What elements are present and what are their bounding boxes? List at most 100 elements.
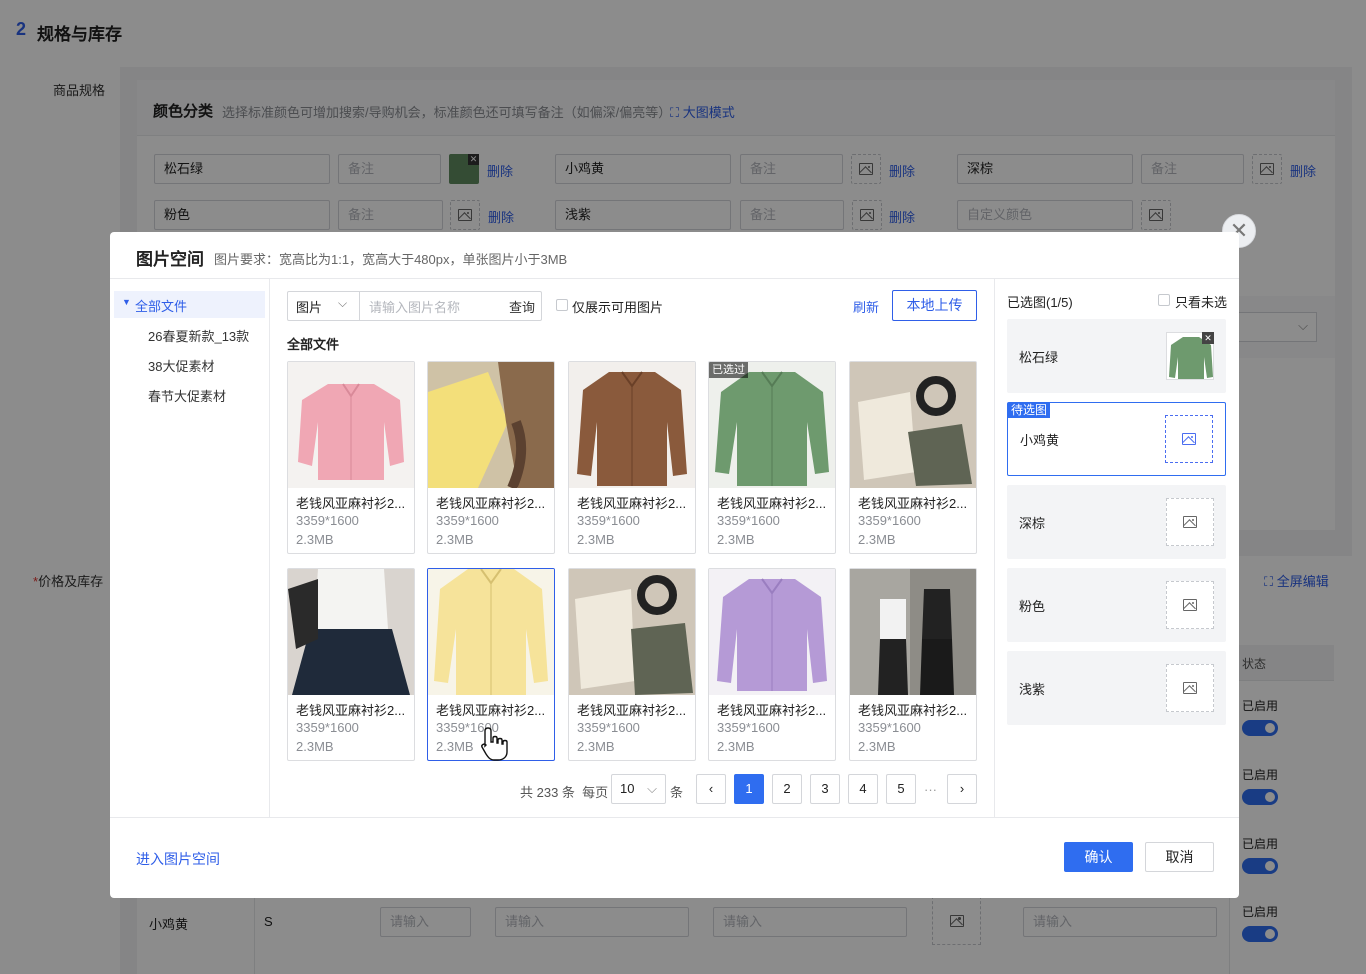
image-thumbnail	[428, 569, 554, 695]
image-dimensions: 3359*1600	[858, 513, 921, 528]
next-page-button[interactable]: ›	[947, 774, 977, 804]
image-name: 老钱风亚麻衬衫2...	[858, 703, 968, 718]
yellow-shirt-image	[434, 569, 548, 695]
image-thumbnail	[288, 569, 414, 695]
image-size: 2.3MB	[717, 532, 755, 547]
upload-button[interactable]: 本地上传	[892, 290, 977, 321]
image-card[interactable]: 老钱风亚麻衬衫2... 3359*1600 2.3MB	[287, 568, 415, 761]
image-size: 2.3MB	[436, 739, 474, 754]
outfit-flatlay-image	[569, 569, 695, 695]
image-thumbnail	[288, 362, 414, 488]
image-card[interactable]: 老钱风亚麻衬衫2... 3359*1600 2.3MB	[427, 361, 555, 554]
image-icon	[1183, 682, 1197, 694]
available-label: 仅展示可用图片	[572, 300, 664, 315]
tree-item[interactable]: 38大促素材	[148, 356, 214, 375]
image-card[interactable]: 老钱风亚麻衬衫2... 3359*1600 2.3MB	[708, 568, 836, 761]
panel-divider	[994, 278, 995, 817]
image-card[interactable]: 老钱风亚麻衬衫2... 3359*1600 2.3MB	[849, 568, 977, 761]
image-icon	[1182, 433, 1196, 445]
purple-shirt-image	[717, 578, 827, 691]
image-size: 2.3MB	[717, 739, 755, 754]
image-name: 老钱风亚麻衬衫2...	[296, 496, 406, 511]
outfit-flatlay-image	[850, 362, 976, 488]
modal-requirement: 图片要求：宽高比为1:1，宽高大于480px，单张图片小于3MB	[214, 252, 568, 267]
prev-page-button[interactable]: ‹	[696, 774, 726, 804]
breadcrumb: 全部文件	[287, 337, 340, 352]
selected-slot-active[interactable]: 待选图 小鸡黄	[1007, 402, 1226, 476]
selected-slot[interactable]: 松石绿 ✕	[1007, 319, 1226, 393]
image-dimensions: 3359*1600	[296, 720, 359, 735]
page-button-3[interactable]: 3	[810, 774, 840, 804]
pagination-ellipsis[interactable]: ···	[924, 782, 937, 797]
image-card[interactable]: 已选过 老钱风亚麻衬衫2... 3359*1600 2.3MB	[708, 361, 836, 554]
model-selfie-image	[850, 569, 976, 695]
image-thumbnail	[850, 569, 976, 695]
image-icon	[1183, 516, 1197, 528]
image-size: 2.3MB	[577, 532, 615, 547]
image-size: 2.3MB	[858, 532, 896, 547]
search-button[interactable]: 查询	[509, 297, 535, 316]
chevron-down-icon: ⌵	[647, 781, 657, 796]
image-name: 老钱风亚麻衬衫2...	[436, 496, 546, 511]
page-button-5[interactable]: 5	[886, 774, 916, 804]
image-size: 2.3MB	[296, 532, 334, 547]
page-size-select[interactable]: 10 ⌵	[611, 774, 666, 804]
image-dimensions: 3359*1600	[436, 513, 499, 528]
selected-slot[interactable]: 浅紫	[1007, 651, 1226, 725]
chevron-down-icon[interactable]: ⌵	[338, 296, 347, 311]
slot-label: 小鸡黄	[1020, 433, 1060, 448]
image-dimensions: 3359*1600	[717, 720, 780, 735]
available-checkbox[interactable]	[556, 299, 568, 311]
caret-down-icon: ▼	[122, 297, 131, 307]
enter-space-link[interactable]: 进入图片空间	[136, 849, 220, 869]
slot-placeholder	[1166, 581, 1214, 629]
skirt-model-image	[288, 569, 414, 695]
pending-tag: 待选图	[1008, 403, 1051, 418]
slot-label: 粉色	[1019, 599, 1046, 614]
image-card[interactable]: 老钱风亚麻衬衫2... 3359*1600 2.3MB	[568, 568, 696, 761]
image-card[interactable]: 老钱风亚麻衬衫2... 3359*1600 2.3MB	[568, 361, 696, 554]
page-button-1[interactable]: 1	[734, 774, 764, 804]
selected-slot[interactable]: 深棕	[1007, 485, 1226, 559]
image-size: 2.3MB	[577, 739, 615, 754]
search-input[interactable]: 请输入图片名称	[369, 297, 460, 316]
type-select[interactable]: 图片	[296, 297, 322, 316]
image-name: 老钱风亚麻衬衫2...	[436, 703, 546, 718]
image-name: 老钱风亚麻衬衫2...	[858, 496, 968, 511]
green-shirt-image	[715, 371, 829, 486]
page-button-4[interactable]: 4	[848, 774, 878, 804]
image-thumbnail	[428, 362, 554, 488]
cancel-button[interactable]: 取消	[1145, 842, 1214, 872]
image-icon	[1183, 599, 1197, 611]
image-thumbnail	[850, 362, 976, 488]
image-dimensions: 3359*1600	[858, 720, 921, 735]
slot-placeholder	[1165, 415, 1213, 463]
used-tag: 已选过	[709, 362, 748, 378]
image-dimensions: 3359*1600	[296, 513, 359, 528]
selected-title: 已选图(1/5)	[1007, 295, 1073, 310]
close-icon[interactable]: ✕	[1202, 332, 1214, 344]
tree-item[interactable]: 春节大促素材	[148, 386, 226, 405]
page-button-2[interactable]: 2	[772, 774, 802, 804]
unselected-label: 只看未选	[1175, 295, 1228, 310]
image-name: 老钱风亚麻衬衫2...	[577, 703, 687, 718]
image-name: 老钱风亚麻衬衫2...	[717, 703, 827, 718]
header-divider	[110, 278, 1239, 279]
selected-slot[interactable]: 粉色	[1007, 568, 1226, 642]
image-name: 老钱风亚麻衬衫2...	[296, 703, 406, 718]
refresh-link[interactable]: 刷新	[853, 297, 879, 316]
confirm-button[interactable]: 确认	[1064, 842, 1133, 872]
slot-label: 松石绿	[1019, 350, 1059, 365]
image-card[interactable]: 老钱风亚麻衬衫2... 3359*1600 2.3MB	[849, 361, 977, 554]
tree-item-label[interactable]: 全部文件	[135, 296, 187, 315]
image-thumbnail	[709, 362, 835, 488]
slot-placeholder	[1166, 664, 1214, 712]
image-size: 2.3MB	[436, 532, 474, 547]
image-card[interactable]: 老钱风亚麻衬衫2... 3359*1600 2.3MB	[287, 361, 415, 554]
pink-shirt-image	[298, 383, 404, 480]
image-size: 2.3MB	[858, 739, 896, 754]
unselected-checkbox[interactable]	[1158, 294, 1170, 306]
hand-cursor-icon	[481, 727, 508, 761]
tree-item[interactable]: 26春夏新款_13款	[148, 326, 249, 345]
image-thumbnail	[709, 569, 835, 695]
